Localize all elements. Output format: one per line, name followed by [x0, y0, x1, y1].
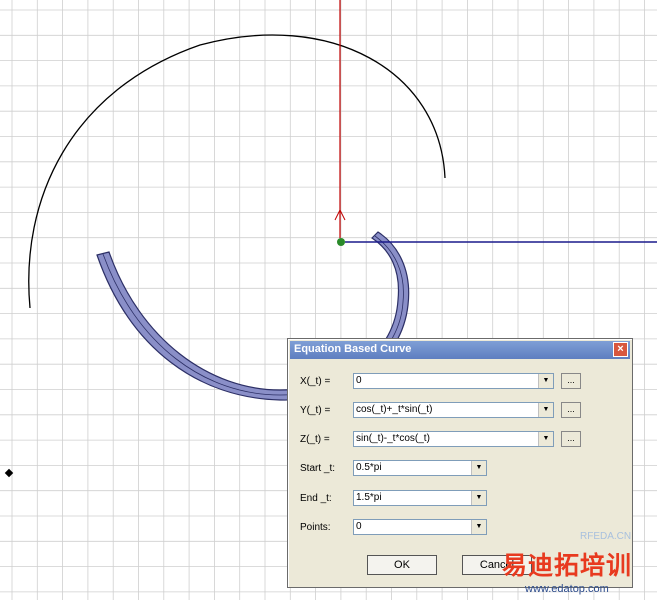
- chevron-down-icon[interactable]: ▼: [538, 403, 553, 417]
- points-value: 0: [356, 521, 362, 532]
- dialog-titlebar[interactable]: Equation Based Curve ×: [290, 341, 630, 359]
- start-t-value: 0.5*pi: [356, 462, 382, 473]
- x-equation-browse-button[interactable]: ...: [561, 373, 581, 389]
- watermark-site: RFEDA.CN: [580, 531, 632, 542]
- y-equation-label: Y(_t) =: [300, 405, 331, 416]
- z-equation-combo[interactable]: sin(_t)-_t*cos(_t) ▼: [353, 431, 554, 447]
- watermark-brand: 易迪拓培训: [502, 552, 633, 580]
- x-equation-label: X(_t) =: [300, 376, 331, 387]
- points-label: Points:: [300, 522, 331, 533]
- chevron-down-icon[interactable]: ▼: [538, 374, 553, 388]
- close-button[interactable]: ×: [613, 342, 628, 357]
- z-equation-value: sin(_t)-_t*cos(_t): [356, 433, 430, 444]
- watermark-url: www.edatop.com: [525, 583, 609, 595]
- z-equation-label: Z(_t) =: [300, 434, 330, 445]
- y-equation-combo[interactable]: cos(_t)+_t*sin(_t) ▼: [353, 402, 554, 418]
- start-t-combo[interactable]: 0.5*pi ▼: [353, 460, 487, 476]
- ok-button[interactable]: OK: [367, 555, 437, 575]
- z-equation-browse-button[interactable]: ...: [561, 431, 581, 447]
- chevron-down-icon[interactable]: ▼: [471, 461, 486, 475]
- end-t-value: 1.5*pi: [356, 492, 382, 503]
- origin-point[interactable]: [337, 238, 345, 246]
- y-equation-browse-button[interactable]: ...: [561, 402, 581, 418]
- dialog-title: Equation Based Curve: [294, 343, 412, 355]
- start-t-label: Start _t:: [300, 463, 336, 474]
- x-equation-value: 0: [356, 375, 362, 386]
- end-t-label: End _t:: [300, 493, 332, 504]
- y-equation-value: cos(_t)+_t*sin(_t): [356, 404, 433, 415]
- chevron-down-icon[interactable]: ▼: [538, 432, 553, 446]
- spiral-curve: [28, 34, 446, 309]
- chevron-down-icon[interactable]: ▼: [471, 520, 486, 534]
- chevron-down-icon[interactable]: ▼: [471, 491, 486, 505]
- points-combo[interactable]: 0 ▼: [353, 519, 487, 535]
- end-t-combo[interactable]: 1.5*pi ▼: [353, 490, 487, 506]
- x-equation-combo[interactable]: 0 ▼: [353, 373, 554, 389]
